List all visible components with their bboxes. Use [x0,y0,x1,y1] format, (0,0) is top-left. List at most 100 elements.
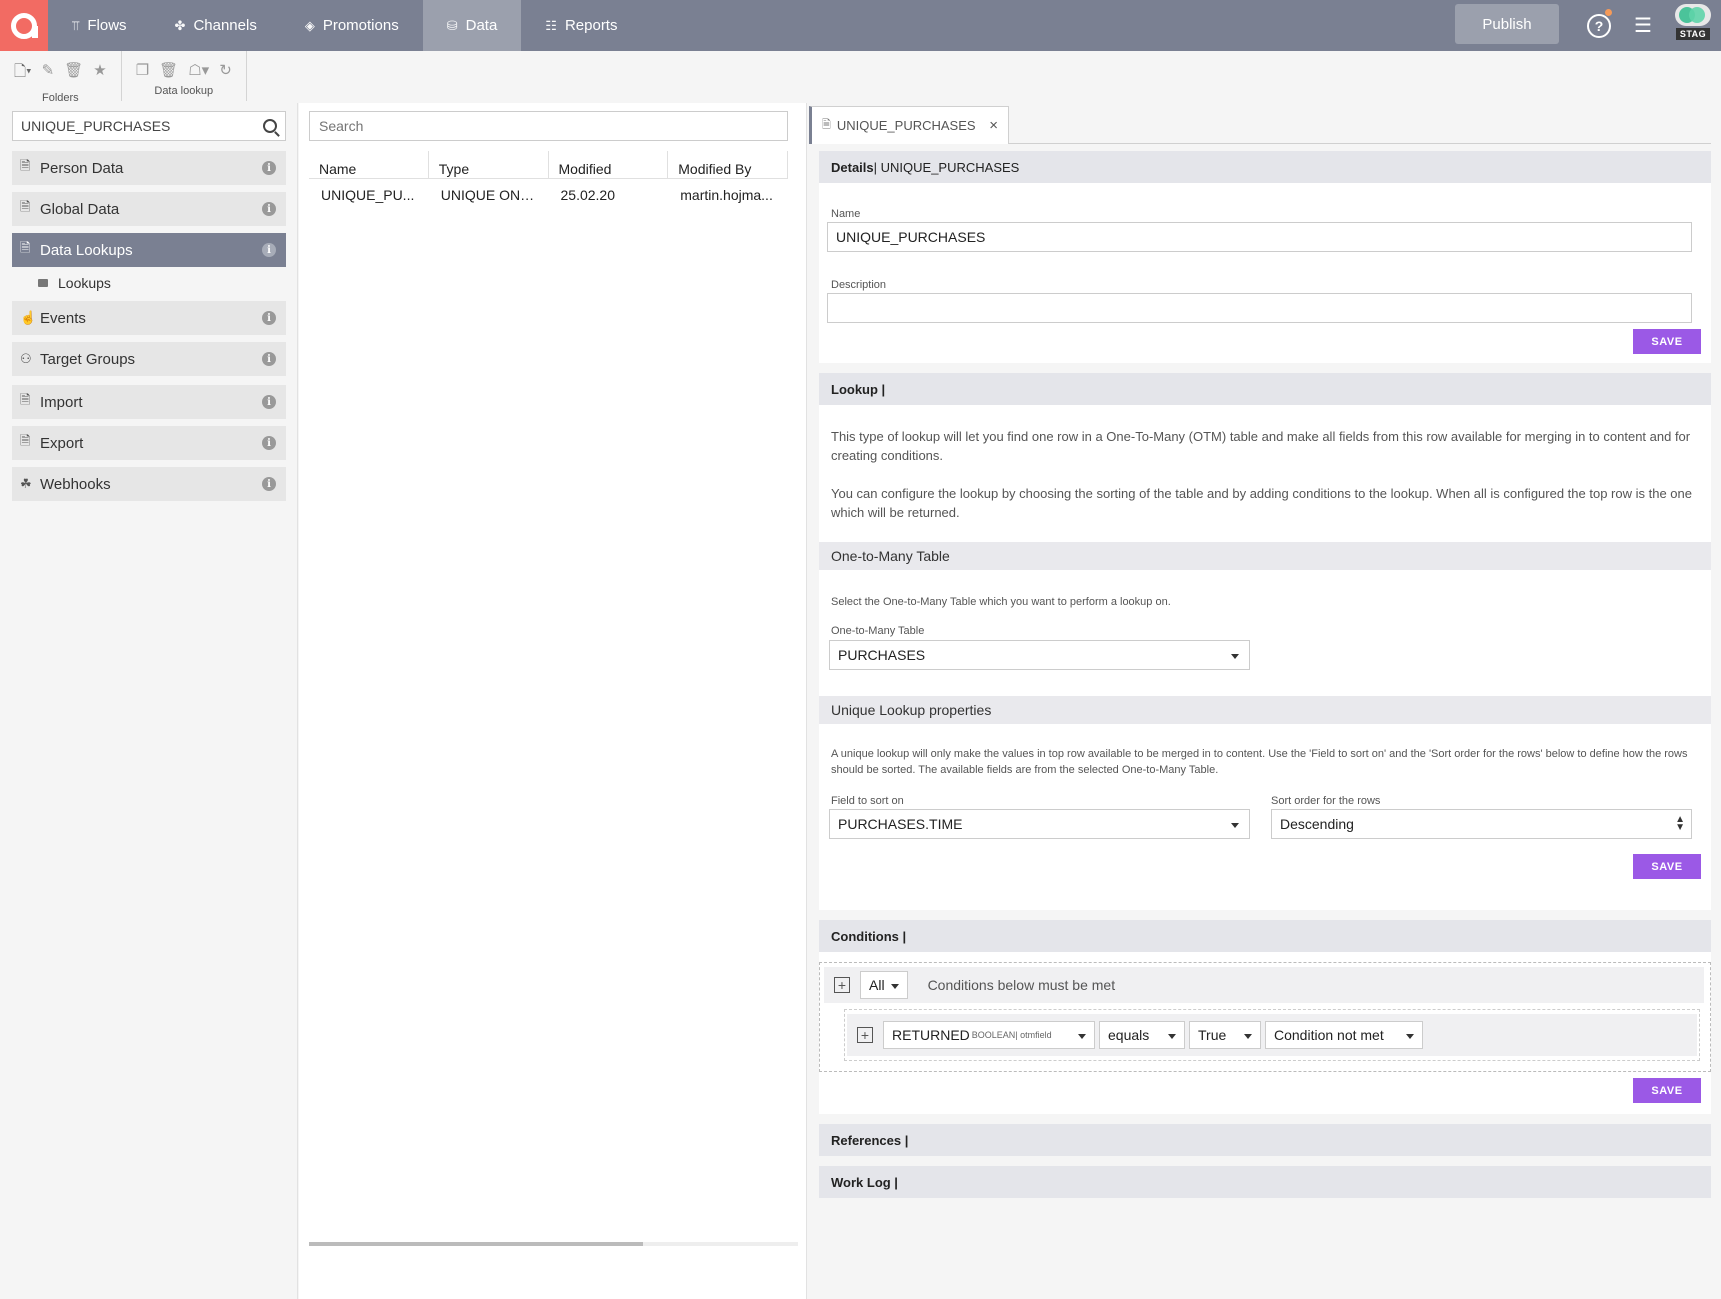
cell-name: UNIQUE_PU... [321,187,415,203]
category-label: Export [40,434,84,452]
column-header-modified-by[interactable]: Modified By [668,151,788,178]
nav-reports[interactable]: ☷ Reports [521,0,641,51]
star-icon[interactable]: ★ [93,61,106,86]
subfolder-lookups[interactable]: Lookups [12,267,285,299]
select-arrows-icon: ▲ ▼ [1675,814,1685,833]
condition-field-select[interactable]: RETURNED BOOLEAN | otmfield [883,1021,1095,1049]
app-logo[interactable] [0,0,48,51]
nav-data[interactable]: ⛁ Data [422,0,522,51]
table-row[interactable]: UNIQUE_PU... UNIQUE ONE... 25.02.20 mart… [309,179,788,209]
category-label: Data Lookups [40,241,133,259]
info-icon[interactable]: i [262,477,276,491]
unique-section: A unique lookup will only make the value… [819,724,1711,910]
close-icon[interactable]: × [989,117,998,134]
category-person-data[interactable]: 🗎 Person Data i [12,151,286,185]
category-label: Import [40,393,83,411]
scrollbar-thumb[interactable] [309,1242,643,1246]
nav-flows-label: Flows [87,17,127,34]
condition-field-type: BOOLEAN [971,1030,1016,1040]
conditions-section: + All Conditions below must be met + RET… [819,952,1711,1114]
list-search-input[interactable] [309,111,788,141]
webhooks-icon: ☘ [20,476,32,491]
column-header-name[interactable]: Name [309,151,429,178]
save-details-button[interactable]: SAVE [1633,329,1701,354]
save-properties-button[interactable]: SAVE [1633,854,1701,879]
sort-field-select[interactable]: PURCHASES.TIME [829,809,1250,839]
otm-table-select[interactable]: PURCHASES [829,640,1250,670]
condition-group: + All Conditions below must be met + RET… [819,962,1711,1072]
sliders-icon: ☰ [1634,15,1652,37]
category-import[interactable]: 🗎 Import i [12,385,286,419]
lookup-icon: 🗎 [822,119,831,131]
lookup-section-header[interactable]: Lookup | [819,373,1711,405]
category-events[interactable]: ☝ Events i [12,301,286,335]
add-subcondition-icon[interactable]: + [857,1027,873,1043]
folders-toolbar-group: 🗋▾ ✎ 🗑 ★ Folders [0,51,122,104]
nav-flows[interactable]: ⫪ Flows [48,0,151,51]
condition-row: + RETURNED BOOLEAN | otmfield equals Tru… [847,1014,1697,1056]
tab-label: UNIQUE_PURCHASES [836,118,976,133]
copy-icon[interactable]: ❐ [136,61,149,79]
horizontal-scrollbar[interactable] [309,1242,798,1246]
column-header-type[interactable]: Type [429,151,549,178]
category-webhooks[interactable]: ☘ Webhooks i [12,467,286,501]
details-section-header[interactable]: Details | UNIQUE_PURCHASES [819,151,1711,183]
tab-unique-purchases[interactable]: 🗎 UNIQUE_PURCHASES × [809,106,1009,144]
condition-operator-select[interactable]: equals [1099,1021,1185,1049]
logo-icon [11,12,38,39]
new-file-icon[interactable]: 🗋▾ [14,61,32,86]
help-button[interactable]: ? [1577,0,1621,51]
edit-icon[interactable]: ✎ [42,61,55,86]
search-icon[interactable] [263,119,277,133]
detail-panel: 🗎 UNIQUE_PURCHASES × Details | UNIQUE_PU… [809,103,1721,1299]
info-icon[interactable]: i [262,202,276,216]
refresh-icon[interactable]: ↻ [219,61,232,79]
chevron-down-icon [1244,1034,1252,1039]
info-icon[interactable]: i [262,395,276,409]
info-icon[interactable]: i [262,436,276,450]
info-icon[interactable]: i [262,352,276,366]
references-section-header[interactable]: References | [819,1124,1711,1156]
category-data-lookups[interactable]: 🗎 Data Lookups i [12,233,286,267]
condition-fallback-select[interactable]: Condition not met [1265,1021,1423,1049]
person-data-icon: 🗎 [20,158,31,173]
condition-field-value: RETURNED [892,1027,970,1043]
publish-button[interactable]: Publish [1455,4,1559,44]
nav-channels[interactable]: ✤ Channels [151,0,281,51]
move-icon[interactable]: ☖▾ [188,61,209,79]
otm-title: One-to-Many Table [831,548,950,564]
datalookup-label: Data lookup [154,85,214,97]
conditions-section-header[interactable]: Conditions | [819,920,1711,952]
info-icon[interactable]: i [262,243,276,257]
environment-toggle-icon [1675,4,1711,26]
category-global-data[interactable]: 🗎 Global Data i [12,192,286,226]
delete-lookup-icon[interactable]: 🗑 [159,61,178,79]
condition-match-select[interactable]: All [860,971,908,999]
lookup-description-2: You can configure the lookup by choosing… [831,486,1692,520]
save-conditions-button[interactable]: SAVE [1633,1078,1701,1103]
add-condition-icon[interactable]: + [834,977,850,993]
condition-field-source: | otmfield [1015,1030,1052,1040]
otm-label: One-to-Many Table [831,625,925,637]
category-target-groups[interactable]: ⚇ Target Groups i [12,342,286,376]
subfolder-label: Lookups [58,275,111,291]
environment-switch[interactable]: STAG [1673,4,1713,51]
folder-search-input[interactable]: UNIQUE_PURCHASES [12,111,286,141]
delete-icon[interactable]: 🗑 [64,61,83,86]
nav-promotions[interactable]: ◈ Promotions [281,0,423,51]
info-icon[interactable]: i [262,311,276,325]
category-export[interactable]: 🗎 Export i [12,426,286,460]
condition-value-select[interactable]: True [1189,1021,1261,1049]
name-field[interactable]: UNIQUE_PURCHASES [827,222,1692,252]
left-panel: UNIQUE_PURCHASES 🗎 Person Data i 🗎 Globa… [0,103,298,1299]
sort-order-select[interactable]: Descending ▲ ▼ [1271,809,1692,839]
info-icon[interactable]: i [262,161,276,175]
toolbar: 🗋▾ ✎ 🗑 ★ Folders ❐ 🗑 ☖▾ ↻ Data lookup [0,51,1721,104]
description-field[interactable] [827,293,1692,323]
worklog-section-header[interactable]: Work Log | [819,1166,1711,1198]
sort-order-label: Sort order for the rows [1271,795,1381,807]
column-header-modified[interactable]: Modified [549,151,669,178]
settings-button[interactable]: ☰ [1621,0,1665,51]
details-section: Name UNIQUE_PURCHASES Description SAVE [819,183,1711,363]
chevron-down-icon [1231,823,1239,828]
